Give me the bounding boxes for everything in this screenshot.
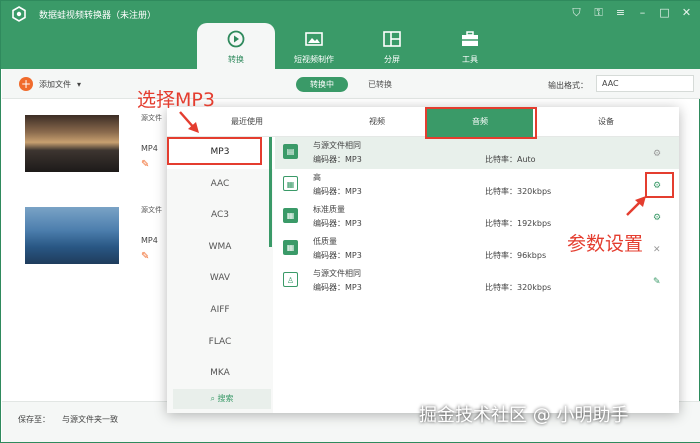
- nav-short-video[interactable]: 短视频制作: [275, 23, 353, 69]
- format-ac3[interactable]: AC3: [167, 200, 273, 232]
- nav-tools[interactable]: 工具: [431, 23, 509, 69]
- convert-subtabs: 转换中 已转换: [296, 77, 406, 92]
- search-icon: ⌕: [210, 394, 215, 403]
- file-format: MP4: [141, 236, 158, 245]
- highlight-mp3: [167, 137, 262, 165]
- short-video-icon: [305, 32, 323, 46]
- preset-encoder: 编码器：MP3: [313, 187, 362, 196]
- video-thumbnail: [25, 115, 119, 172]
- preset-encoder: 编码器：MP3: [313, 155, 362, 164]
- arrow-icon: [626, 196, 646, 216]
- preset-name: 高: [313, 173, 321, 182]
- app-logo-icon: [12, 6, 26, 22]
- tab-converted[interactable]: 已转换: [354, 77, 406, 92]
- tab-converting[interactable]: 转换中: [296, 77, 348, 92]
- preset-row[interactable]: ▦ 高 编码器：MP3 比特率：320kbps ⚙: [275, 169, 679, 201]
- cart-icon[interactable]: ⛉: [570, 6, 583, 19]
- save-to-select[interactable]: 与源文件夹一致: [62, 414, 118, 425]
- highlight-audio-tab: [425, 107, 537, 139]
- nav-label: 短视频制作: [294, 55, 334, 64]
- nav-label: 分屏: [384, 55, 400, 64]
- quality-preset-list: ▤ 与源文件相同 编码器：MP3 比特率：Auto ⚙ ▦ 高 编码器：MP3 …: [275, 137, 679, 297]
- format-search-button[interactable]: ⌕ 搜索: [173, 389, 271, 409]
- file-source-label: 源文件: [141, 206, 162, 214]
- tab-device[interactable]: 设备: [533, 107, 679, 137]
- audio-format-list: MP3 AAC AC3 WMA WAV AIFF FLAC MKA ⌕ 搜索: [167, 137, 273, 413]
- output-format-value: AAC: [602, 79, 619, 88]
- toolbar: + 添加文件 ▾ 转换中 已转换 输出格式： AAC: [2, 69, 700, 99]
- format-aiff[interactable]: AIFF: [167, 295, 273, 327]
- doc-icon: ▤: [283, 144, 298, 159]
- window-controls: ⛉ ⚿ ≡ – □ ✕: [570, 6, 693, 19]
- edit-icon[interactable]: ✎: [141, 159, 149, 170]
- save-to-label: 保存至：: [18, 415, 50, 424]
- nav-label: 转换: [228, 55, 244, 64]
- file-format: MP4: [141, 144, 158, 153]
- preset-bitrate: 比特率：Auto: [485, 155, 536, 164]
- nav-convert[interactable]: 转换: [197, 23, 275, 69]
- scrollbar[interactable]: [269, 137, 272, 247]
- menu-icon[interactable]: ≡: [614, 6, 627, 19]
- output-format-label: 输出格式：: [548, 81, 588, 90]
- highlight-settings: [645, 172, 674, 198]
- output-format-select[interactable]: AAC: [596, 75, 694, 92]
- add-file-button[interactable]: + 添加文件 ▾: [19, 77, 81, 91]
- high-quality-icon: ▦: [283, 176, 298, 191]
- preset-name: 标准质量: [313, 205, 345, 214]
- convert-icon: [227, 30, 245, 48]
- preset-row[interactable]: ♙ 与源文件相同 编码器：MP3 比特率：320kbps ✎: [275, 265, 679, 297]
- preset-name: 低质量: [313, 237, 337, 246]
- annotation-param-settings: 参数设置: [567, 233, 644, 255]
- arrow-icon: [179, 111, 199, 133]
- format-flac[interactable]: FLAC: [167, 327, 273, 359]
- format-wav[interactable]: WAV: [167, 263, 273, 295]
- tab-video[interactable]: 视频: [327, 107, 427, 137]
- chevron-down-icon: ▾: [77, 79, 82, 89]
- plus-icon: +: [19, 77, 33, 91]
- settings-gear-icon[interactable]: ⚙: [653, 149, 661, 159]
- preset-bitrate: 比特率：320kbps: [485, 187, 552, 196]
- split-screen-icon: [383, 31, 401, 47]
- video-thumbnail: [25, 207, 119, 264]
- toolbox-icon: [462, 31, 478, 46]
- standard-quality-icon: ▦: [283, 208, 298, 223]
- minimize-icon[interactable]: –: [636, 6, 649, 19]
- key-icon[interactable]: ⚿: [592, 6, 605, 19]
- app-window: 数据蛙视频转换器（未注册） ⛉ ⚿ ≡ – □ ✕ 转换 短视频制作 分屏 工具…: [0, 0, 700, 443]
- preset-encoder: 编码器：MP3: [313, 283, 362, 292]
- format-category-tabs: 最近使用 视频 音频 设备: [167, 107, 679, 137]
- preset-bitrate: 比特率：320kbps: [485, 283, 552, 292]
- nav-split-screen[interactable]: 分屏: [353, 23, 431, 69]
- preset-bitrate: 比特率：96kbps: [485, 251, 547, 260]
- header-bar: 数据蛙视频转换器（未注册） ⛉ ⚿ ≡ – □ ✕ 转换 短视频制作 分屏 工具: [1, 1, 700, 69]
- preset-bitrate: 比特率：192kbps: [485, 219, 552, 228]
- watermark: 掘金技术社区 @ 小明助手: [419, 405, 629, 426]
- preset-row[interactable]: ▤ 与源文件相同 编码器：MP3 比特率：Auto ⚙: [275, 137, 679, 169]
- edit-icon[interactable]: ✎: [653, 277, 661, 287]
- preset-encoder: 编码器：MP3: [313, 219, 362, 228]
- maximize-icon[interactable]: □: [658, 6, 671, 19]
- delete-icon[interactable]: ✕: [653, 245, 661, 255]
- edit-icon[interactable]: ✎: [141, 251, 149, 262]
- format-mka[interactable]: MKA: [167, 358, 273, 390]
- close-icon[interactable]: ✕: [680, 6, 693, 19]
- format-wma[interactable]: WMA: [167, 232, 273, 264]
- preset-name: 与源文件相同: [313, 141, 361, 150]
- annotation-select-mp3: 选择MP3: [137, 89, 215, 111]
- app-title: 数据蛙视频转换器（未注册）: [39, 11, 157, 21]
- user-preset-icon: ♙: [283, 272, 298, 287]
- preset-name: 与源文件相同: [313, 269, 361, 278]
- nav-label: 工具: [462, 55, 478, 64]
- add-file-label: 添加文件: [39, 79, 71, 89]
- main-nav: 转换 短视频制作 分屏 工具: [197, 23, 509, 69]
- format-aac[interactable]: AAC: [167, 169, 273, 201]
- settings-gear-icon[interactable]: ⚙: [653, 213, 661, 223]
- preset-encoder: 编码器：MP3: [313, 251, 362, 260]
- search-label: 搜索: [217, 394, 234, 403]
- file-source-label: 源文件: [141, 114, 162, 122]
- low-quality-icon: ▦: [283, 240, 298, 255]
